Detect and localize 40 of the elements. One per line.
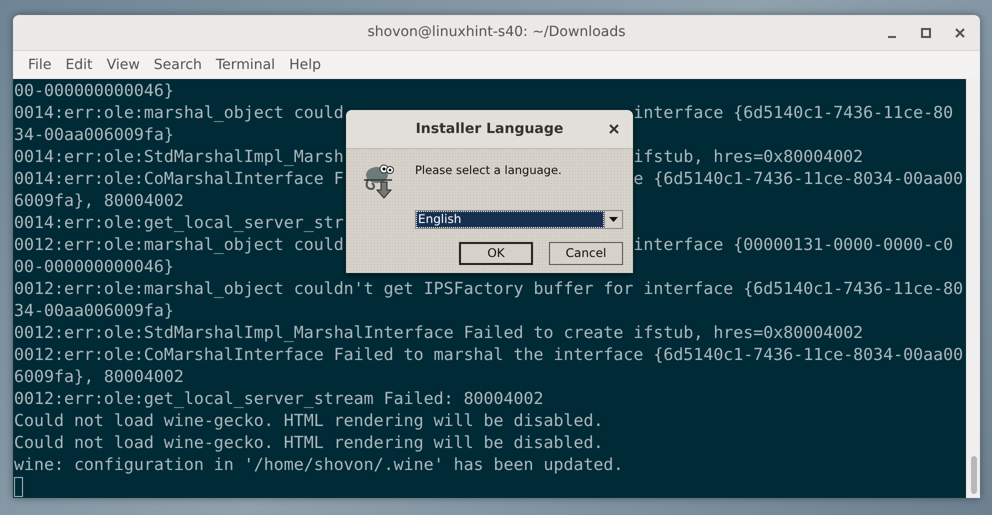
menu-item[interactable]: File — [21, 56, 58, 73]
terminal-line: 6009fa}, 80004002 — [14, 190, 184, 212]
terminal-line: interface {6d5140c1-7436-11ce-80 — [633, 102, 954, 124]
language-dropdown[interactable]: English — [415, 210, 623, 229]
terminal-line: 0012:err:ole:StdMarshalImpl_MarshalInterface Failed to create ifstub, hres=0x80004002 — [14, 322, 864, 344]
terminal-line: 0012:err:ole:get_local_server_stream Failed: 80004002 — [14, 388, 544, 410]
text-cursor — [14, 477, 23, 497]
menu-item[interactable]: Help — [282, 56, 328, 73]
terminal-line: 0012:err:ole:CoMarshalInterface Failed to marshal the interface {6d5140c1-7436-11ce-8034-00aa00 — [14, 344, 964, 366]
terminal-line: 00-000000000046} — [14, 256, 174, 278]
terminal-line: 00-000000000046} — [14, 80, 174, 102]
close-icon[interactable] — [609, 124, 619, 134]
dialog-message: Please select a language. — [415, 163, 562, 177]
terminal-line: ifstub, hres=0x80004002 — [633, 146, 864, 168]
terminal-line: e {6d5140c1-7436-11ce-8034-00aa00 — [633, 168, 964, 190]
terminal-line: 0014:err:ole:marshal_object could — [14, 102, 344, 124]
window-title: shovon@linuxhint-s40: ~/Downloads — [367, 24, 626, 40]
terminal-line: 0014:err:ole:StdMarshalImpl_Marsh — [14, 146, 344, 168]
terminal-line: 34-00aa006009fa} — [14, 124, 174, 146]
terminal-line: wine: configuration in '/home/shovon/.wine' has been updated. — [14, 454, 624, 476]
terminal-line: Could not load wine-gecko. HTML rendering will be disabled. — [14, 432, 604, 454]
terminal-line: 34-00aa006009fa} — [14, 300, 174, 322]
terminal-line: Could not load wine-gecko. HTML rendering will be disabled. — [14, 410, 604, 432]
scrollbar[interactable] — [966, 79, 980, 498]
ok-button[interactable]: OK — [459, 242, 533, 265]
terminal-line: 0014:err:ole:CoMarshalInterface F — [14, 168, 344, 190]
chameleon-icon — [362, 163, 396, 199]
menu-item[interactable]: View — [100, 56, 147, 73]
terminal-line: 6009fa}, 80004002 — [14, 366, 184, 388]
terminal-line: 0012:err:ole:marshal_object could — [14, 234, 344, 256]
terminal-line: 0014:err:ole:get_local_server_str — [14, 212, 344, 234]
maximize-icon[interactable] — [918, 25, 934, 41]
cancel-button[interactable]: Cancel — [549, 242, 623, 265]
terminal-line: interface {00000131-0000-0000-c0 — [633, 234, 954, 256]
dialog-title: Installer Language — [416, 121, 564, 137]
menu-item[interactable]: Search — [146, 56, 209, 73]
caret-icon — [609, 217, 618, 222]
menu-item[interactable]: Terminal — [208, 56, 282, 73]
terminal-line: 0012:err:ole:marshal_object couldn't get IPSFactory buffer for interface {6d5140c1-7436-11ce-80 — [14, 278, 964, 300]
menu-item[interactable]: Edit — [58, 56, 100, 73]
